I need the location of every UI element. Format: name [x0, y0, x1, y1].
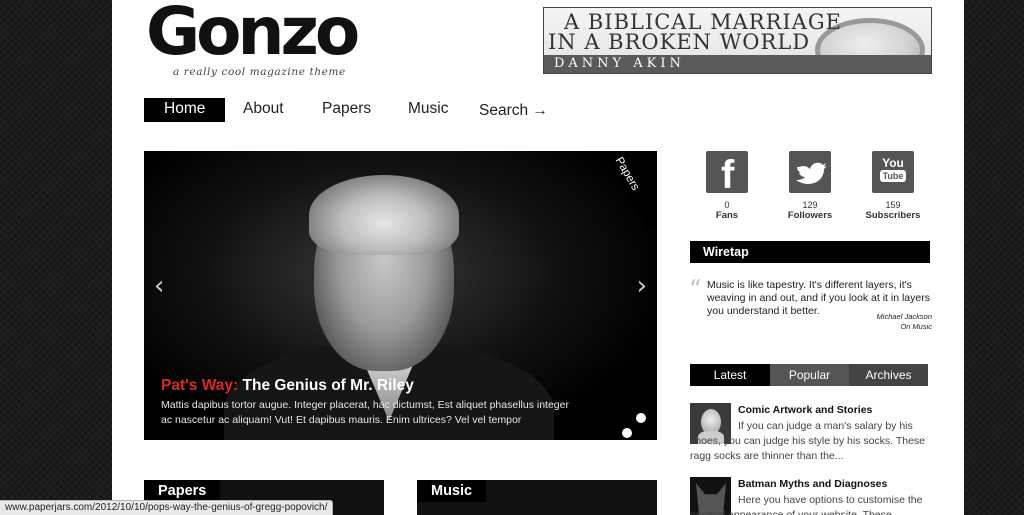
- post-title[interactable]: Batman Myths and Diagnoses: [738, 477, 887, 491]
- nav-about[interactable]: About: [243, 98, 284, 122]
- nav-papers[interactable]: Papers: [322, 98, 371, 122]
- ad-author: DANNY AKIN: [554, 56, 685, 71]
- page-container: Gonzo a really cool magazine theme A BIB…: [112, 0, 964, 515]
- tab-popular[interactable]: Popular: [770, 364, 849, 386]
- quote-icon: “: [689, 275, 702, 303]
- social-youtube[interactable]: You Tube 159 Subscribers: [853, 151, 933, 222]
- wiretap-attribution: Michael Jackson On Music: [812, 312, 932, 332]
- category-label-papers[interactable]: Papers: [144, 480, 221, 502]
- slider-dot-1[interactable]: [622, 428, 632, 438]
- nav-search[interactable]: Search →: [479, 100, 548, 124]
- ad-banner[interactable]: A BIBLICAL MARRIAGE IN A BROKEN WORLD DA…: [543, 7, 932, 74]
- nav-home[interactable]: Home: [144, 98, 226, 122]
- post-excerpt: Here you have options to customise the g…: [690, 494, 923, 515]
- facebook-icon[interactable]: f: [706, 151, 748, 197]
- social-twitter[interactable]: 129 Followers: [770, 151, 850, 222]
- slide-title-text[interactable]: The Genius of Mr. Riley: [238, 377, 414, 394]
- slide-excerpt: Mattis dapibus tortor augue. Integer pla…: [161, 399, 569, 426]
- social-label: Followers: [787, 210, 833, 221]
- social-label: Subscribers: [865, 210, 921, 221]
- wiretap-heading: Wiretap: [690, 241, 930, 263]
- category-box-music[interactable]: Music: [417, 480, 657, 515]
- browser-status-bar: www.paperjars.com/2012/10/10/pops-way-th…: [0, 500, 334, 515]
- quote-author: Michael Jackson: [876, 312, 932, 321]
- chevron-right-icon[interactable]: ›: [637, 273, 647, 299]
- slide-category-ribbon[interactable]: Papers: [589, 151, 657, 231]
- logo-text[interactable]: Gonzo: [146, 0, 360, 65]
- tab-latest[interactable]: Latest: [690, 364, 770, 386]
- slide-title[interactable]: Pat's Way: The Genius of Mr. Riley: [161, 377, 414, 395]
- social-count: 159: [885, 200, 901, 210]
- slider-dot-2[interactable]: [636, 413, 646, 423]
- youtube-icon[interactable]: You Tube: [872, 151, 914, 193]
- ad-headline-line2: IN A BROKEN WORLD: [548, 30, 811, 54]
- slide-image-hair: [309, 175, 459, 255]
- social-count: 129: [802, 200, 818, 210]
- category-label-music[interactable]: Music: [417, 480, 487, 502]
- quote-source: On Music: [900, 322, 932, 331]
- post-tabs: Latest Popular Archives: [690, 364, 928, 386]
- twitter-icon[interactable]: [789, 151, 831, 193]
- social-label: Fans: [715, 210, 739, 221]
- social-count: 0: [724, 200, 730, 210]
- featured-slider[interactable]: Papers ‹ › Pat's Way: The Genius of Mr. …: [144, 151, 657, 440]
- nav-music[interactable]: Music: [408, 98, 448, 122]
- tagline: a really cool magazine theme: [173, 66, 346, 78]
- slide-kicker[interactable]: Pat's Way:: [161, 377, 238, 394]
- social-facebook[interactable]: f 0 Fans: [687, 151, 767, 222]
- chevron-left-icon[interactable]: ‹: [154, 273, 164, 299]
- ad-author-strip: DANNY AKIN: [544, 55, 931, 73]
- post-title[interactable]: Comic Artwork and Stories: [738, 403, 872, 417]
- tab-archives[interactable]: Archives: [849, 364, 928, 386]
- post-excerpt: If you can judge a man's salary by his s…: [690, 420, 926, 462]
